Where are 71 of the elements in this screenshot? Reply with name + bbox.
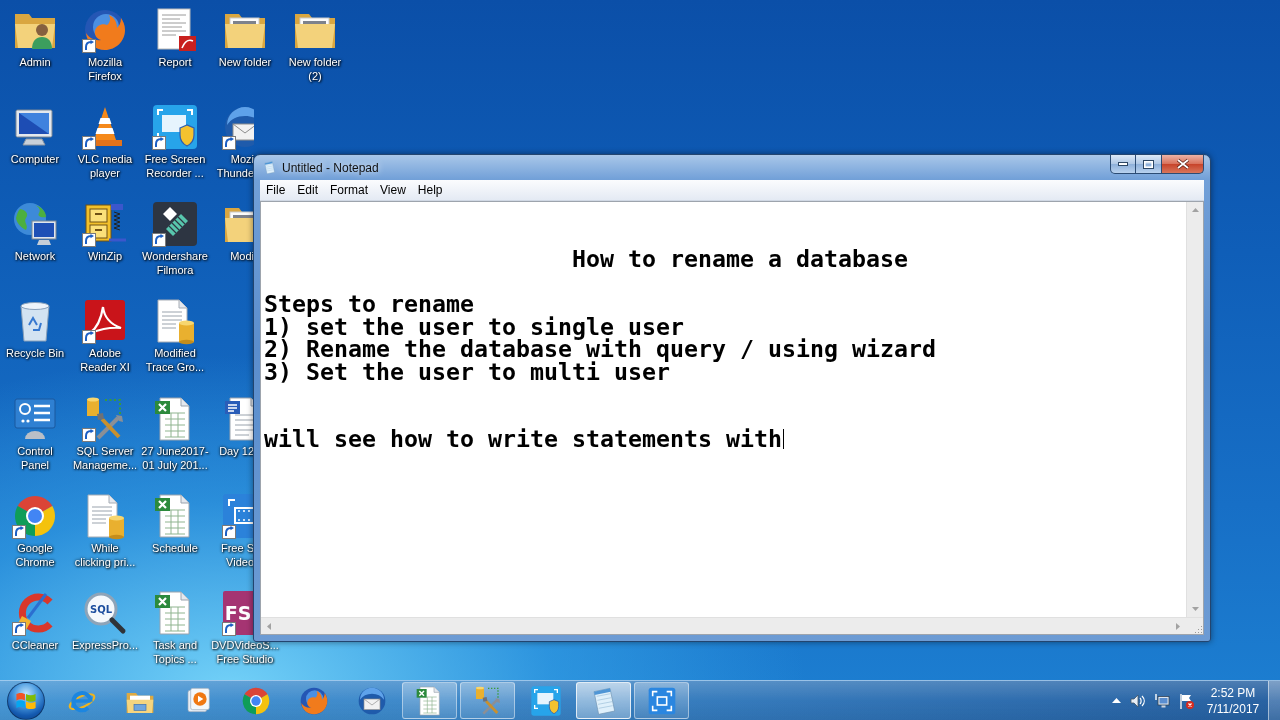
- minimize-button[interactable]: [1110, 155, 1136, 174]
- icon-text: SQL: [89, 603, 113, 615]
- icon-label[interactable]: Recycle Bin: [5, 346, 65, 361]
- icon-label[interactable]: Report: [158, 55, 192, 69]
- icon-label[interactable]: Day 12: [219, 444, 254, 458]
- frame-tile-icon[interactable]: [221, 492, 254, 540]
- icon-label[interactable]: Control Panel: [17, 443, 53, 472]
- close-button[interactable]: [1162, 155, 1204, 174]
- shortcut-arrow-icon: [82, 427, 96, 442]
- diamond-tile-icon[interactable]: [151, 200, 199, 249]
- caret-up-icon[interactable]: [1112, 698, 1121, 703]
- shortcut-arrow-icon: [12, 621, 26, 636]
- shortcut-arrow-icon: [82, 39, 96, 53]
- text-area[interactable]: How to rename a database Steps to rename 1) set the user to single user 2) Rename the database with query / using wizard 3) Set the user to multi user will see how to write statements with: [260, 201, 1204, 635]
- menu-item[interactable]: Edit: [291, 180, 325, 200]
- speaker-icon[interactable]: [1130, 692, 1146, 709]
- icon-label[interactable]: Modified Trace Gro...: [145, 346, 205, 375]
- icon-label[interactable]: New folder: [218, 55, 272, 69]
- shortcut-arrow-icon: [222, 525, 236, 539]
- shortcut-arrow-icon: [82, 136, 96, 151]
- window-title: Untitled - Notepad: [282, 160, 379, 175]
- icon-label[interactable]: Network: [14, 249, 56, 264]
- icon-label[interactable]: Mozi Thunde: [216, 152, 254, 180]
- resize-grip-icon[interactable]: [1194, 625, 1203, 634]
- icon-label[interactable]: Google Chrome: [15, 540, 55, 569]
- diamond-stripe-drawing: [163, 207, 188, 237]
- menu-item[interactable]: File: [260, 180, 292, 200]
- icon-label[interactable]: Admin: [19, 55, 51, 69]
- icon-label[interactable]: Free Screen Recorder ...: [144, 152, 206, 181]
- text-line: will see how to write statements with: [264, 428, 782, 451]
- close-icon: [1175, 158, 1190, 170]
- icon-label[interactable]: Mozilla Firefox: [87, 55, 123, 83]
- icon-label[interactable]: New folder (2): [288, 55, 342, 83]
- icon-label[interactable]: Computer: [10, 152, 60, 167]
- start-button[interactable]: [7, 681, 45, 720]
- icon-label[interactable]: Wondershare Filmora: [142, 249, 208, 278]
- shortcut-arrow-icon: [82, 330, 96, 345]
- icon-label[interactable]: 27 June2017- 01 July 201...: [141, 443, 209, 472]
- text-line: Steps to rename: [264, 293, 474, 316]
- flag-icon[interactable]: [1178, 692, 1194, 709]
- icon-label[interactable]: WinZip: [87, 249, 123, 264]
- shortcut-arrow-icon: [222, 136, 236, 150]
- shortcut-arrow-icon: [82, 233, 96, 248]
- menu-item[interactable]: View: [374, 180, 412, 200]
- icon-text: FS: [224, 602, 252, 624]
- icon-label[interactable]: Modi: [230, 249, 254, 263]
- shortcut-arrow-icon: [152, 136, 166, 151]
- icon-label[interactable]: SQL Server Manageme...: [72, 443, 138, 472]
- network-icon[interactable]: [1154, 692, 1170, 709]
- maximize-button[interactable]: [1136, 155, 1162, 174]
- clock-time[interactable]: 2:52 PM: [1210, 684, 1256, 701]
- menu-item[interactable]: Help: [411, 180, 449, 200]
- four-pane-flag-icon: [16, 692, 36, 709]
- menu-item[interactable]: Format: [324, 180, 375, 200]
- screen-shield-icon: [529, 684, 562, 717]
- icon-label[interactable]: VLC media player: [77, 152, 133, 181]
- shortcut-arrow-icon: [152, 233, 166, 248]
- taskbar-button[interactable]: [576, 682, 631, 719]
- clock-date[interactable]: 7/11/2017: [1206, 700, 1260, 717]
- icon-label[interactable]: Adobe Reader XI: [80, 346, 130, 375]
- notepad-icon: [262, 160, 277, 175]
- letter-tile-icon[interactable]: FS: [221, 589, 254, 637]
- minimize-icon: [1118, 162, 1128, 166]
- taskbar-button[interactable]: [402, 682, 457, 719]
- document-heading: How to rename a database: [571, 248, 908, 271]
- shortcut-arrow-icon: [222, 622, 236, 636]
- taskbar-button[interactable]: [634, 682, 689, 719]
- screen-shield-icon[interactable]: [151, 103, 199, 152]
- show-desktop-button[interactable]: [1268, 681, 1280, 720]
- shortcut-arrow-icon: [12, 524, 26, 539]
- maximize-icon: [1143, 159, 1154, 169]
